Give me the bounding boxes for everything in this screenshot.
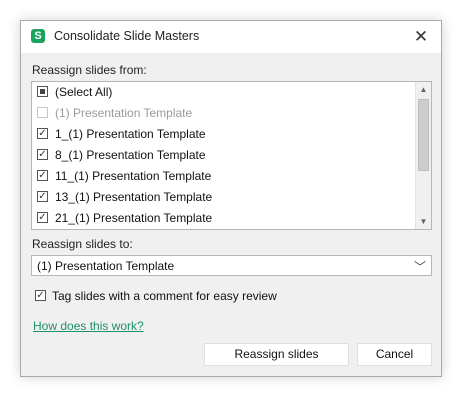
checkbox [37, 107, 48, 118]
scroll-down-button[interactable]: ▼ [416, 214, 431, 229]
dialog-title: Consolidate Slide Masters [54, 29, 200, 43]
list-item-label: (1) Presentation Template [55, 106, 193, 120]
app-logo-icon: S [31, 29, 45, 43]
list-item[interactable]: ✓ 8_(1) Presentation Template [32, 145, 414, 166]
help-link[interactable]: How does this work? [33, 319, 144, 333]
checkmark-icon[interactable]: ✓ [37, 170, 48, 181]
list-item-label: 1_(1) Presentation Template [55, 127, 206, 141]
reassign-to-value: (1) Presentation Template [37, 259, 175, 273]
reassign-from-label: Reassign slides from: [32, 63, 147, 77]
reassign-slides-button[interactable]: Reassign slides [204, 343, 349, 366]
list-item[interactable]: ✓ 1_(1) Presentation Template [32, 124, 414, 145]
list-item[interactable]: ✓ 11_(1) Presentation Template [32, 166, 414, 187]
tag-checkbox[interactable]: ✓ [35, 290, 46, 301]
scroll-up-button[interactable]: ▲ [416, 82, 431, 97]
checkmark-icon[interactable]: ✓ [37, 149, 48, 160]
consolidate-dialog: S Consolidate Slide Masters ✕ Reassign s… [20, 20, 442, 377]
reassign-to-dropdown[interactable]: (1) Presentation Template ﹀ [31, 255, 432, 276]
list-item-label: 11_(1) Presentation Template [55, 169, 212, 183]
scrollbar-thumb[interactable] [418, 99, 429, 171]
close-icon[interactable]: ✕ [411, 27, 431, 47]
scrollbar[interactable]: ▲ ▼ [415, 82, 431, 229]
title-bar: S Consolidate Slide Masters ✕ [21, 21, 441, 53]
cancel-button[interactable]: Cancel [357, 343, 432, 366]
chevron-down-icon: ﹀ [413, 260, 426, 274]
reassign-to-label: Reassign slides to: [32, 237, 133, 251]
list-item[interactable]: (Select All) [32, 82, 414, 103]
checkbox[interactable] [37, 86, 48, 97]
list-item[interactable]: ✓ 13_(1) Presentation Template [32, 187, 414, 208]
list-item[interactable]: (1) Presentation Template [32, 103, 414, 124]
list-item-label: 21_(1) Presentation Template [55, 211, 213, 225]
list-item-label: (Select All) [55, 85, 113, 99]
checkmark-icon[interactable]: ✓ [37, 128, 48, 139]
list-item-label: 8_(1) Presentation Template [55, 148, 206, 162]
reassign-from-list[interactable]: (Select All) (1) Presentation Template ✓ 1_… [31, 81, 432, 230]
list-items: (Select All) (1) Presentation Template ✓ 1_… [32, 82, 414, 229]
checkmark-icon[interactable]: ✓ [37, 191, 48, 202]
tag-option-label[interactable]: Tag slides with a comment for easy revie… [52, 289, 277, 303]
checkmark-icon[interactable]: ✓ [37, 212, 48, 223]
list-item[interactable]: ✓ 21_(1) Presentation Template [32, 208, 414, 229]
list-item-label: 13_(1) Presentation Template [55, 190, 213, 204]
